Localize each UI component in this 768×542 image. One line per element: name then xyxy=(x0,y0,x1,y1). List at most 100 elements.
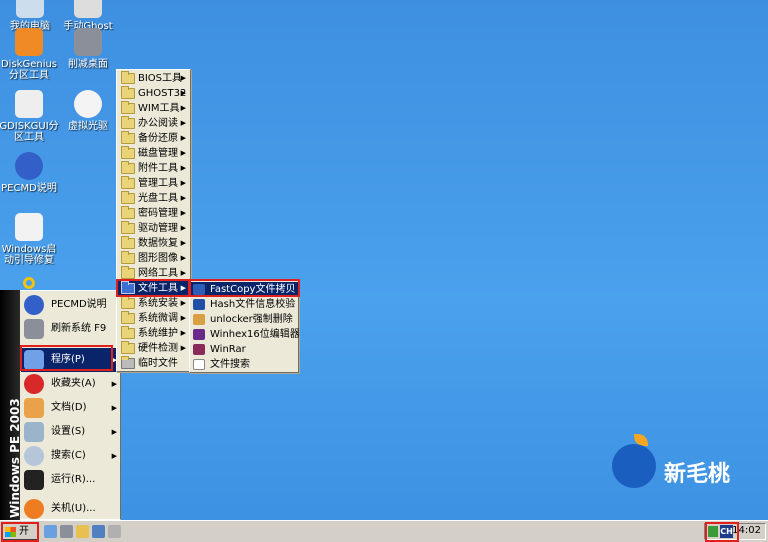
menu-item-admin-tools[interactable]: 管理工具 ▶ xyxy=(117,176,190,191)
start-item-refresh[interactable]: 刷新系统 F9 xyxy=(21,317,121,341)
menu-item-winhex[interactable]: Winhex16位编辑器 xyxy=(190,327,300,342)
desktop: { "desktop": { "icons": [ {"label": "我的电… xyxy=(0,0,768,542)
file-tools-menu: FastCopy文件拷贝 Hash文件信息校验 unlocker强制删除 Win… xyxy=(189,280,300,373)
chevron-right-icon: ▶ xyxy=(180,224,186,232)
quicklaunch-folder-icon[interactable] xyxy=(76,525,89,538)
folder-icon xyxy=(121,326,135,339)
menu-item-hash-check[interactable]: Hash文件信息校验 xyxy=(190,297,298,312)
start-button[interactable]: 开始 xyxy=(2,523,38,542)
folder-icon xyxy=(121,161,135,174)
clock: 14:02 xyxy=(732,525,761,536)
menu-item-fastcopy[interactable]: FastCopy文件拷贝 xyxy=(190,282,298,297)
start-item-settings[interactable]: 设置(S) ▶ xyxy=(21,420,121,444)
folder-icon xyxy=(121,146,135,159)
start-item-search[interactable]: 搜索(C) ▶ xyxy=(21,444,121,468)
start-item-run[interactable]: 运行(R)... xyxy=(21,468,121,492)
help-icon xyxy=(24,295,44,315)
menu-item-bios-tools[interactable]: BIOS工具 ▶ xyxy=(117,71,190,86)
desktop-icon-diskgenius[interactable]: DiskGenius分区工具 xyxy=(0,28,61,81)
menu-item-temp-files[interactable]: 临时文件 xyxy=(117,356,190,371)
chevron-right-icon: ▶ xyxy=(180,164,186,172)
desktop-icon-clean-desktop[interactable]: 削减桌面 xyxy=(56,28,120,70)
menu-item-system-maintenance[interactable]: 系统维护 ▶ xyxy=(117,326,190,341)
desktop-icon-virtual-drive[interactable]: 虚拟光驱 xyxy=(56,90,120,132)
menu-item-system-install[interactable]: 系统安装 ▶ xyxy=(117,296,190,311)
menu-item-unlocker[interactable]: unlocker强制删除 xyxy=(190,312,298,327)
ghost-icon xyxy=(74,0,102,18)
desktop-icon-pecmd-help[interactable]: PECMD说明 xyxy=(0,152,61,194)
chevron-right-icon: ▶ xyxy=(111,452,117,460)
computer-icon xyxy=(16,0,44,18)
power-icon xyxy=(24,499,44,519)
menu-item-data-recovery[interactable]: 数据恢复 ▶ xyxy=(117,236,190,251)
desktop-icon-gdiskgui[interactable]: GDISKGUI分区工具 xyxy=(0,90,61,143)
file-icon xyxy=(193,359,205,370)
menu-item-ghost32[interactable]: GHOST32 ▶ xyxy=(117,86,190,101)
start-item-documents[interactable]: 文档(D) ▶ xyxy=(21,396,121,420)
chevron-right-icon: ▶ xyxy=(180,119,186,127)
taskbar: 开始 CH 14:02 xyxy=(0,520,768,542)
wand-icon xyxy=(193,314,205,325)
start-item-programs[interactable]: 程序(P) ▶ xyxy=(21,348,121,372)
first-aid-icon xyxy=(15,213,43,241)
search-icon xyxy=(24,446,44,466)
programs-icon xyxy=(24,350,44,370)
chevron-right-icon: ▶ xyxy=(180,74,186,82)
menu-item-disc-tools[interactable]: 光盘工具 ▶ xyxy=(117,191,190,206)
quicklaunch-window-icon[interactable] xyxy=(92,525,105,538)
start-item-favorites[interactable]: 收藏夹(A) ▶ xyxy=(21,372,121,396)
quicklaunch-eraser-icon[interactable] xyxy=(108,525,121,538)
menu-item-graphics[interactable]: 图形图像 ▶ xyxy=(117,251,190,266)
folder-icon xyxy=(121,191,135,204)
broom-icon xyxy=(74,28,102,56)
help-icon xyxy=(15,152,43,180)
ime-indicator[interactable]: CH xyxy=(720,525,733,538)
menu-item-hardware-detection[interactable]: 硬件检测 ▶ xyxy=(117,341,190,356)
hash-icon xyxy=(193,299,205,310)
menu-item-network-tools[interactable]: 网络工具 ▶ xyxy=(117,266,190,281)
chevron-right-icon: ▶ xyxy=(180,314,186,322)
menu-item-backup-restore[interactable]: 备份还原 ▶ xyxy=(117,131,190,146)
menu-item-wim-tools[interactable]: WIM工具 ▶ xyxy=(117,101,190,116)
broom-icon xyxy=(24,319,44,339)
menu-item-accessories[interactable]: 附件工具 ▶ xyxy=(117,161,190,176)
chevron-right-icon: ▶ xyxy=(180,209,186,217)
folder-icon xyxy=(121,206,135,219)
chevron-right-icon: ▶ xyxy=(180,329,186,337)
folder-icon xyxy=(121,296,135,309)
desktop-icon-windows-boot-repair[interactable]: Windows启动引导修复 xyxy=(0,213,61,266)
menu-item-password-management[interactable]: 密码管理 ▶ xyxy=(117,206,190,221)
chevron-right-icon: ▶ xyxy=(180,134,186,142)
chevron-right-icon: ▶ xyxy=(180,269,186,277)
disk-tool-icon xyxy=(15,90,43,118)
start-menu-side-banner: Windows PE 2003 xyxy=(0,290,22,520)
cd-drive-icon xyxy=(74,90,102,118)
chevron-right-icon: ▶ xyxy=(180,344,186,352)
folder-icon xyxy=(121,131,135,144)
folder-icon xyxy=(121,101,135,114)
menu-item-office-reading[interactable]: 办公阅读 ▶ xyxy=(117,116,190,131)
folder-icon xyxy=(121,176,135,189)
heart-icon xyxy=(24,374,44,394)
menu-item-driver-management[interactable]: 驱动管理 ▶ xyxy=(117,221,190,236)
chevron-right-icon: ▶ xyxy=(180,194,186,202)
shortcut-icon xyxy=(121,356,135,369)
folder-icon xyxy=(121,266,135,279)
chevron-right-icon: ▶ xyxy=(180,254,186,262)
menu-item-winrar[interactable]: WinRar xyxy=(190,342,298,357)
menu-item-disk-management[interactable]: 磁盘管理 ▶ xyxy=(117,146,190,161)
system-tray: CH 14:02 xyxy=(704,523,766,540)
quicklaunch-broom-icon[interactable] xyxy=(60,525,73,538)
menu-item-system-tweaks[interactable]: 系统微调 ▶ xyxy=(117,311,190,326)
menu-item-file-tools[interactable]: 文件工具 ▶ xyxy=(117,281,190,296)
chevron-right-icon: ▶ xyxy=(180,299,186,307)
chevron-right-icon: ▶ xyxy=(111,428,117,436)
documents-icon xyxy=(24,398,44,418)
quicklaunch-computer-icon[interactable] xyxy=(44,525,57,538)
chevron-right-icon: ▶ xyxy=(180,89,186,97)
run-icon xyxy=(24,470,44,490)
network-icon[interactable] xyxy=(708,526,718,537)
start-item-shutdown[interactable]: 关机(U)... xyxy=(21,497,121,521)
start-item-pecmd-help[interactable]: PECMD说明 xyxy=(21,293,121,317)
menu-item-file-search[interactable]: 文件搜索 xyxy=(190,357,298,372)
